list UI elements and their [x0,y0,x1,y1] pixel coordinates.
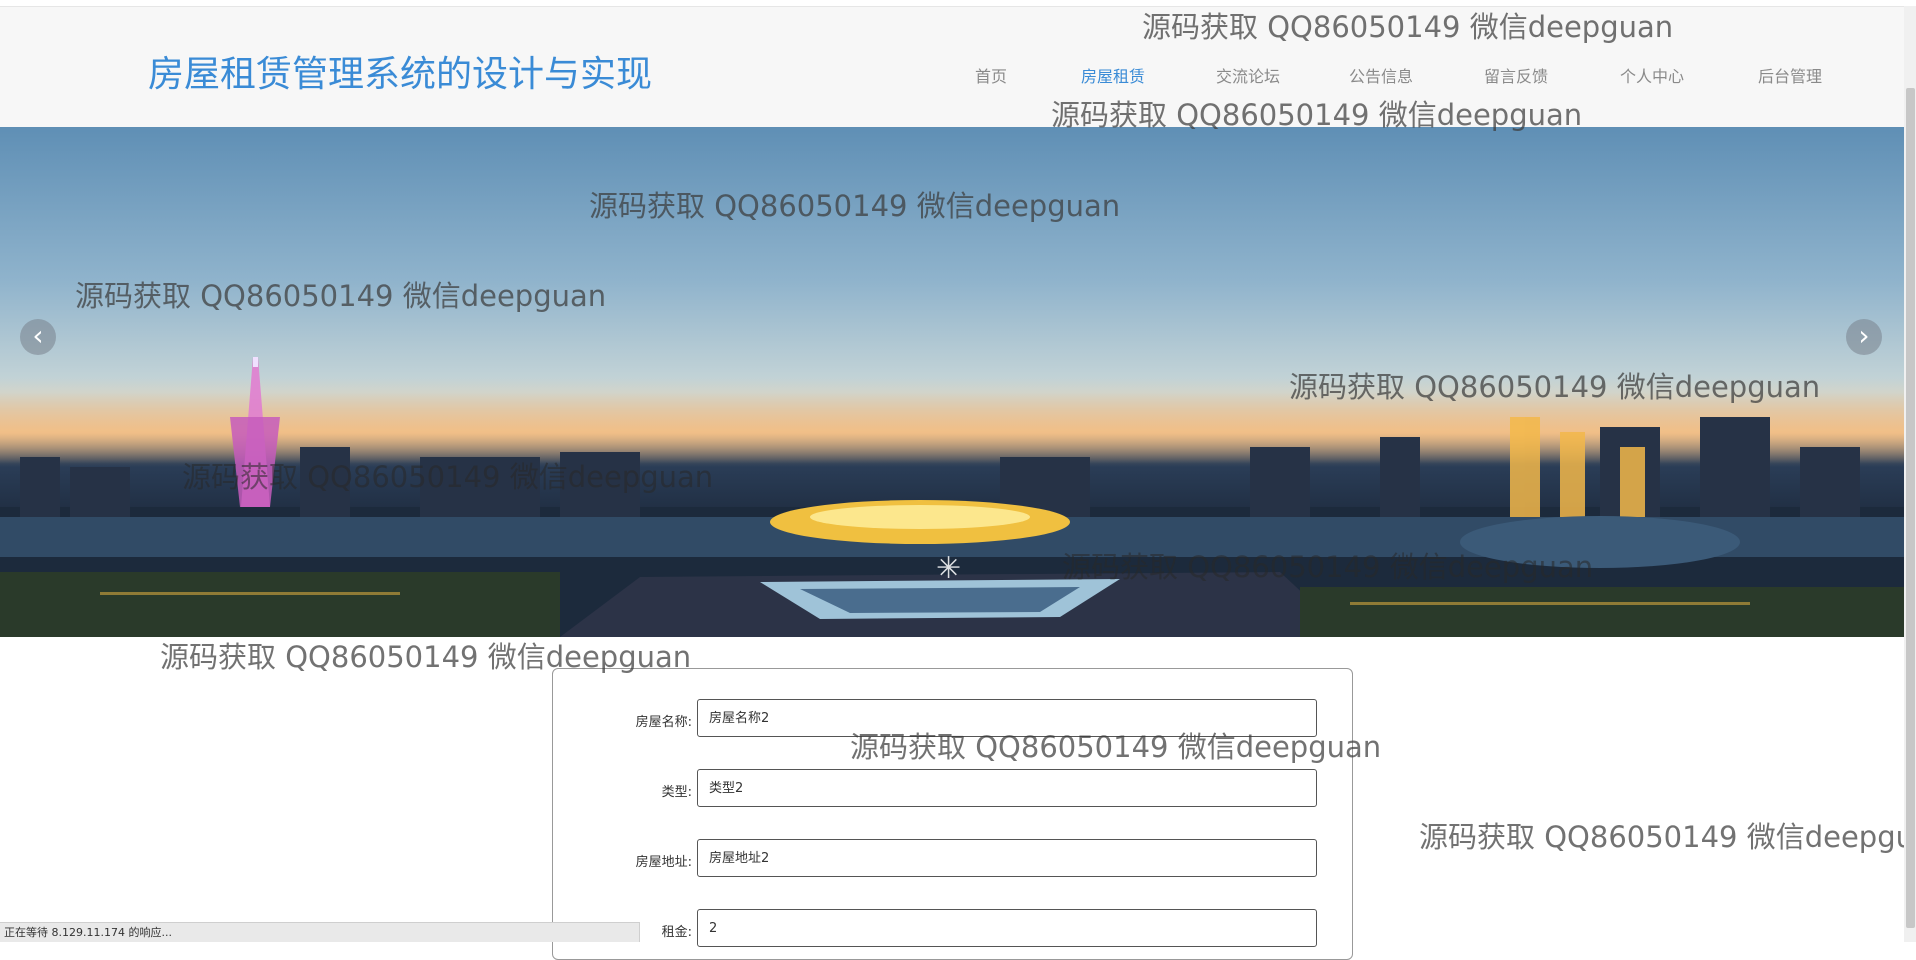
nav-item-home[interactable]: 首页 [975,63,1007,87]
form-row-address: 房屋地址: 房屋地址2 [553,839,1352,881]
page-scrollbar-thumb[interactable] [1906,88,1915,928]
form-row-house-name: 房屋名称: 房屋名称2 [553,699,1352,741]
main-nav: 首页 房屋租赁 交流论坛 公告信息 留言反馈 个人中心 后台管理 [0,63,1906,86]
site-header: 房屋租赁管理系统的设计与实现 首页 房屋租赁 交流论坛 公告信息 留言反馈 个人… [0,6,1906,128]
carousel-next-button[interactable]: › [1846,319,1882,355]
nav-item-forum[interactable]: 交流论坛 [1216,63,1280,87]
form-row-rent: 租金: 2 [553,909,1352,951]
nav-item-announcements[interactable]: 公告信息 [1349,63,1413,87]
chevron-left-icon: ‹ [32,319,44,352]
watermark-text: 源码获取 QQ86050149 微信deepguan [1419,820,1904,854]
rent-field[interactable]: 2 [697,909,1317,947]
city-skyline-image [0,357,1904,637]
banner-carousel: ‹ › ✳ [0,127,1904,637]
house-name-label: 房屋名称: [635,715,692,730]
browser-status-bar: 正在等待 8.129.11.174 的响应... [0,922,640,942]
nav-item-house-rental[interactable]: 房屋租赁 [1081,63,1145,87]
carousel-prev-button[interactable]: ‹ [20,319,56,355]
address-field[interactable]: 房屋地址2 [697,839,1317,877]
nav-item-admin[interactable]: 后台管理 [1758,63,1822,87]
nav-item-profile[interactable]: 个人中心 [1620,63,1684,87]
loading-spinner-icon: ✳ [936,551,962,586]
form-row-type: 类型: 类型2 [553,769,1352,811]
rent-label: 租金: [661,925,692,940]
type-label: 类型: [661,785,692,800]
type-field[interactable]: 类型2 [697,769,1317,807]
house-detail-form: 房屋名称: 房屋名称2 类型: 类型2 房屋地址: 房屋地址2 租金: 2 [552,668,1353,960]
chevron-right-icon: › [1858,319,1870,352]
nav-item-feedback[interactable]: 留言反馈 [1484,63,1548,87]
address-label: 房屋地址: [635,855,692,870]
house-name-field[interactable]: 房屋名称2 [697,699,1317,737]
